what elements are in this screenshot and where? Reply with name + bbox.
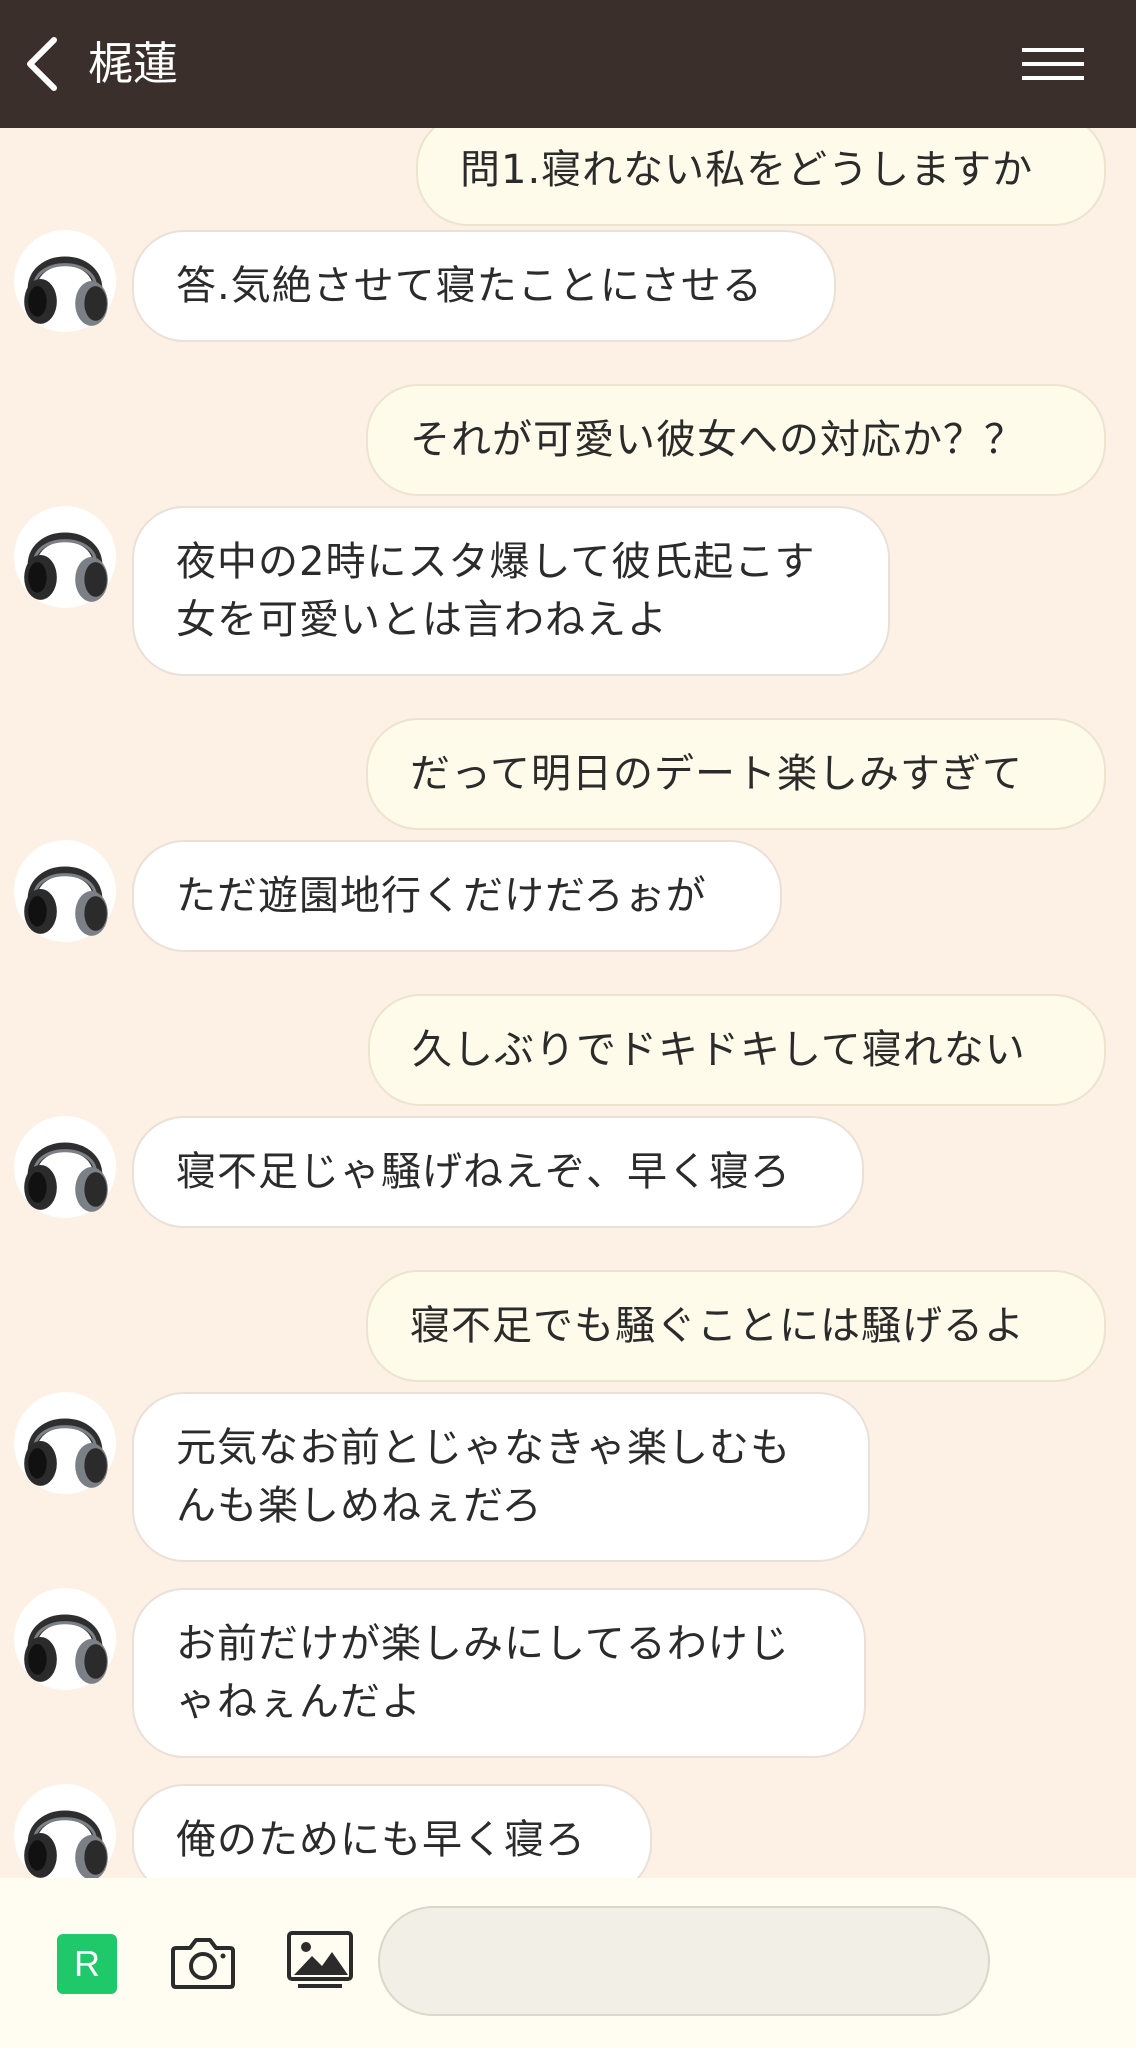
headphones-avatar-icon[interactable] (14, 506, 116, 608)
incoming-message-bubble: お前だけが楽しみにしてるわけじ ゃねぇんだよ (132, 1588, 866, 1758)
input-bar: R (0, 1878, 1136, 2048)
camera-icon[interactable] (170, 1932, 236, 1992)
outgoing-message-bubble: 寝不足でも騒ぐことには騒げるよ (366, 1270, 1106, 1382)
outgoing-message-bubble: 問1.寝れない私をどうしますか (416, 128, 1106, 226)
chat-title: 梶蓮 (88, 37, 179, 90)
r-app-icon[interactable]: R (57, 1934, 117, 1994)
hamburger-menu-icon[interactable] (1022, 44, 1084, 84)
image-gallery-icon[interactable] (286, 1930, 354, 1990)
back-chevron-icon[interactable] (22, 36, 62, 92)
headphones-avatar-icon[interactable] (14, 1392, 116, 1494)
incoming-message-bubble: ただ遊園地行くだけだろぉが (132, 840, 782, 952)
outgoing-message-bubble: 久しぶりでドキドキして寝れない (368, 994, 1106, 1106)
headphones-avatar-icon[interactable] (14, 1588, 116, 1690)
incoming-message-bubble: 寝不足じゃ騒げねえぞ、早く寝ろ (132, 1116, 864, 1228)
incoming-message-bubble: 俺のためにも早く寝ろ (132, 1784, 652, 1878)
outgoing-message-bubble: だって明日のデート楽しみすぎて (366, 718, 1106, 830)
message-list[interactable]: 問1.寝れない私をどうしますか 答.気絶させて寝たことにさせる それが可愛い彼女… (0, 128, 1136, 1878)
incoming-message-bubble: 夜中の2時にスタ爆して彼氏起こす 女を可愛いとは言わねえよ (132, 506, 890, 676)
headphones-avatar-icon[interactable] (14, 840, 116, 942)
outgoing-message-bubble: それが可愛い彼女への対応か？？ (366, 384, 1106, 496)
incoming-message-bubble: 答.気絶させて寝たことにさせる (132, 230, 836, 342)
incoming-message-bubble: 元気なお前とじゃなきゃ楽しむも んも楽しめねぇだろ (132, 1392, 870, 1562)
chat-header: 梶蓮 (0, 0, 1136, 128)
headphones-avatar-icon[interactable] (14, 1784, 116, 1878)
message-input[interactable] (378, 1906, 990, 2016)
headphones-avatar-icon[interactable] (14, 230, 116, 332)
headphones-avatar-icon[interactable] (14, 1116, 116, 1218)
